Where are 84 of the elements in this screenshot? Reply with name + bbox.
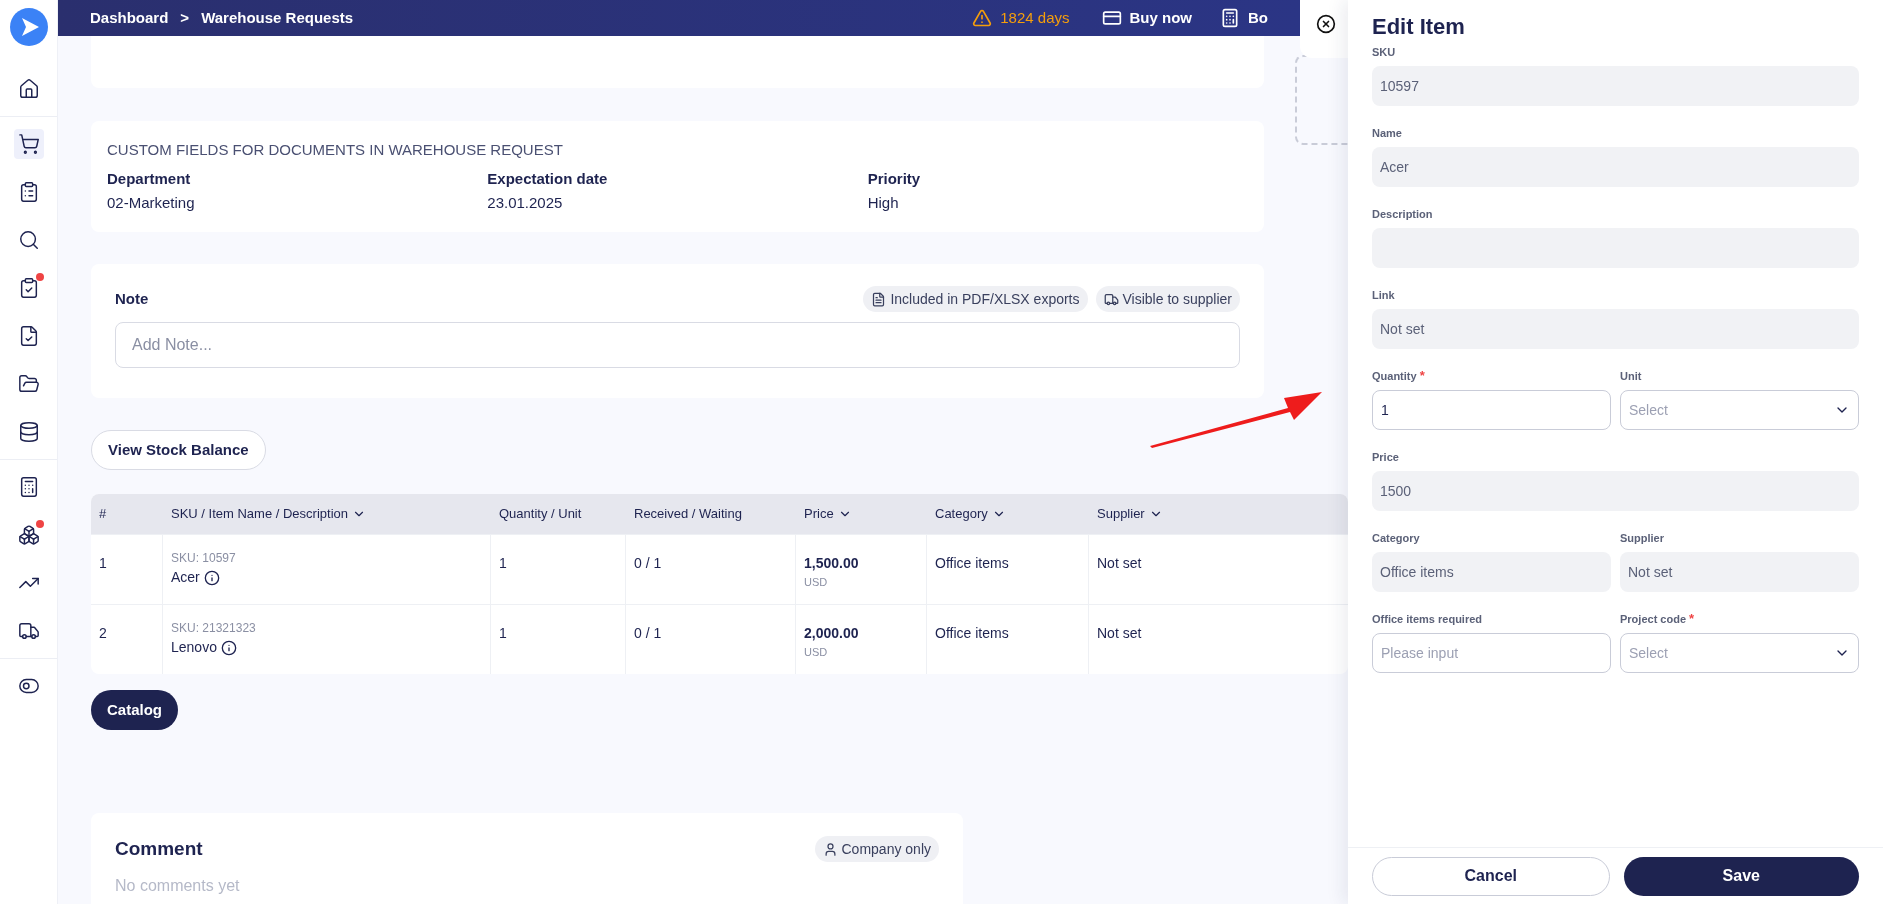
field-value: High [867, 193, 899, 213]
table-cell: 0 / 1 [634, 625, 662, 641]
readonly-field: Acer [1372, 147, 1859, 187]
sidebar-item[interactable] [13, 129, 44, 159]
input-field[interactable]: 1 [1372, 390, 1611, 430]
table-cell: Office items [935, 625, 1009, 641]
table-cell: 1 [499, 625, 507, 641]
catalog-button[interactable]: Catalog [91, 690, 178, 730]
field-label: Category [1372, 531, 1420, 545]
readonly-field: 10597 [1372, 66, 1859, 106]
table-cell: 2 [99, 625, 107, 641]
field-label: SKU [1372, 45, 1396, 59]
info-badge: Included in PDF/XLSX exports [863, 286, 1088, 312]
search-icon [17, 229, 40, 251]
readonly-field: 1500 [1372, 471, 1859, 511]
field-value: 23.01.2025 [487, 193, 563, 213]
field-label: Name [1372, 126, 1402, 140]
database-icon [17, 421, 40, 443]
readonly-field: Not set [1620, 552, 1859, 592]
home-icon [17, 78, 40, 100]
field-label: Unit [1620, 369, 1642, 383]
table-cell: Office items [935, 555, 1009, 571]
table-cell: Not set [1097, 625, 1142, 641]
table-cell: 0 / 1 [634, 555, 662, 571]
cut-off-button[interactable]: Bo [1220, 6, 1268, 30]
table-cell: 1 [499, 555, 507, 571]
cart-icon [17, 133, 40, 155]
buy-now-button[interactable]: Buy now [1101, 6, 1192, 30]
sku-text: SKU: 10597 [171, 550, 236, 567]
info-icon[interactable] [203, 569, 220, 586]
readonly-field: Office items [1372, 552, 1611, 592]
view-stock-balance-button[interactable]: View Stock Balance [91, 430, 266, 470]
item-name: Lenovo [171, 638, 217, 657]
column-header: # [98, 505, 108, 524]
price-text: 1,500.00 [804, 554, 859, 573]
truck-icon [1103, 291, 1119, 307]
currency-text: USD [804, 645, 828, 660]
section-title: CUSTOM FIELDS FOR DOCUMENTS IN WAREHOUSE REQUEST [107, 140, 564, 160]
sku-text: SKU: 21321323 [171, 620, 256, 637]
logo-icon[interactable] [9, 8, 48, 46]
save-button[interactable]: Save [1623, 856, 1859, 896]
calculator-icon [1220, 8, 1240, 28]
item-name: Acer [171, 568, 200, 587]
warning-icon [972, 8, 993, 28]
breadcrumb-current: Warehouse Requests [201, 7, 354, 28]
field-label: Expectation date [487, 168, 608, 189]
column-header[interactable]: Category [927, 504, 1089, 524]
field-label: Quantity * [1372, 369, 1425, 383]
trial-days: 1824 days [1000, 6, 1070, 30]
column-header[interactable]: SKU / Item Name / Description [163, 504, 491, 524]
comment-title: Comment [115, 837, 203, 861]
column-header: Quantity / Unit [498, 505, 583, 524]
empty-comments-text: No comments yet [115, 875, 241, 896]
readonly-field: Not set [1372, 309, 1859, 349]
field-label: Office items required [1372, 612, 1483, 626]
breadcrumb-link[interactable]: Dashboard [90, 6, 169, 30]
boxes-icon [17, 524, 40, 546]
field-label: Project code * [1620, 612, 1695, 626]
field-label: Department [107, 168, 191, 189]
note-title: Note [115, 288, 149, 309]
folder-icon [17, 373, 40, 395]
field-label: Link [1372, 288, 1395, 302]
visibility-badge: Company only [814, 836, 939, 863]
table-cell: Not set [1097, 555, 1142, 571]
breadcrumb-separator: > [180, 7, 190, 28]
truck-icon [17, 620, 40, 642]
field-label: Priority [867, 168, 921, 189]
close-icon[interactable] [1316, 14, 1336, 34]
column-header[interactable]: Price [796, 504, 927, 524]
field-label: Supplier [1620, 531, 1664, 545]
panel-title: Edit Item [1372, 14, 1465, 39]
field-label: Price [1372, 450, 1399, 464]
column-header: Received / Waiting [633, 505, 743, 524]
card-icon [1101, 8, 1122, 28]
user-icon [822, 841, 838, 857]
table-cell: 1 [99, 555, 107, 571]
field-value: 02-Marketing [107, 193, 195, 213]
price-text: 2,000.00 [804, 624, 859, 643]
info-icon[interactable] [220, 639, 237, 656]
info-badge: Visible to supplier [1095, 286, 1240, 312]
currency-text: USD [804, 575, 828, 590]
field-label: Description [1372, 207, 1433, 221]
document-icon [871, 291, 887, 307]
column-header[interactable]: Supplier [1089, 504, 1348, 524]
